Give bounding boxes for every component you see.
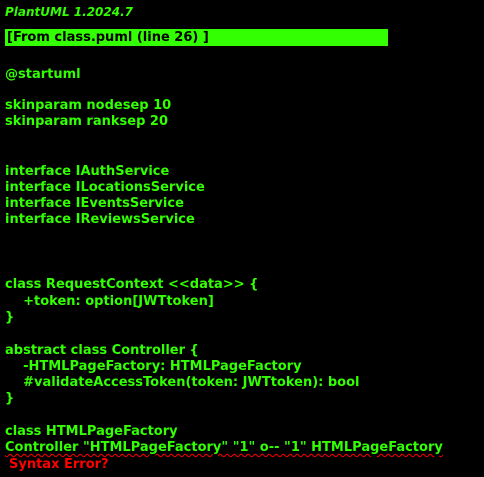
code-line-controller-open: abstract class Controller { bbox=[5, 343, 199, 358]
plantuml-version: PlantUML 1.2024.7 bbox=[5, 5, 134, 19]
syntax-error-message: Syntax Error? bbox=[9, 457, 109, 472]
code-line-controller-method: #validateAccessToken(token: JWTtoken): b… bbox=[5, 375, 360, 390]
code-line-interface-events: interface IEventsService bbox=[5, 196, 184, 211]
code-line-skinparam-nodesep: skinparam nodesep 10 bbox=[5, 98, 172, 113]
code-line-htmlpagefactory: class HTMLPageFactory bbox=[5, 424, 178, 439]
code-line-error: Controller "HTMLPageFactory" "1" o-- "1"… bbox=[5, 440, 443, 455]
code-line-controller-field: -HTMLPageFactory: HTMLPageFactory bbox=[5, 359, 302, 374]
code-line-interface-reviews: interface IReviewsService bbox=[5, 212, 195, 227]
code-line-startuml: @startuml bbox=[5, 67, 81, 82]
code-line-requestcontext-field: +token: option[JWTtoken] bbox=[5, 294, 214, 309]
source-location-label: [From class.puml (line 26) ] bbox=[7, 30, 209, 45]
plantuml-error-page: PlantUML 1.2024.7 [From class.puml (line… bbox=[0, 0, 484, 477]
code-line-interface-auth: interface IAuthService bbox=[5, 164, 170, 179]
code-line-skinparam-ranksep: skinparam ranksep 20 bbox=[5, 114, 168, 129]
code-line-requestcontext-open: class RequestContext <<data>> { bbox=[5, 277, 259, 292]
source-location-bar: [From class.puml (line 26) ] bbox=[4, 28, 389, 47]
code-line-interface-locations: interface ILocationsService bbox=[5, 180, 205, 195]
code-line-controller-close: } bbox=[5, 391, 15, 406]
code-line-requestcontext-close: } bbox=[5, 310, 15, 325]
